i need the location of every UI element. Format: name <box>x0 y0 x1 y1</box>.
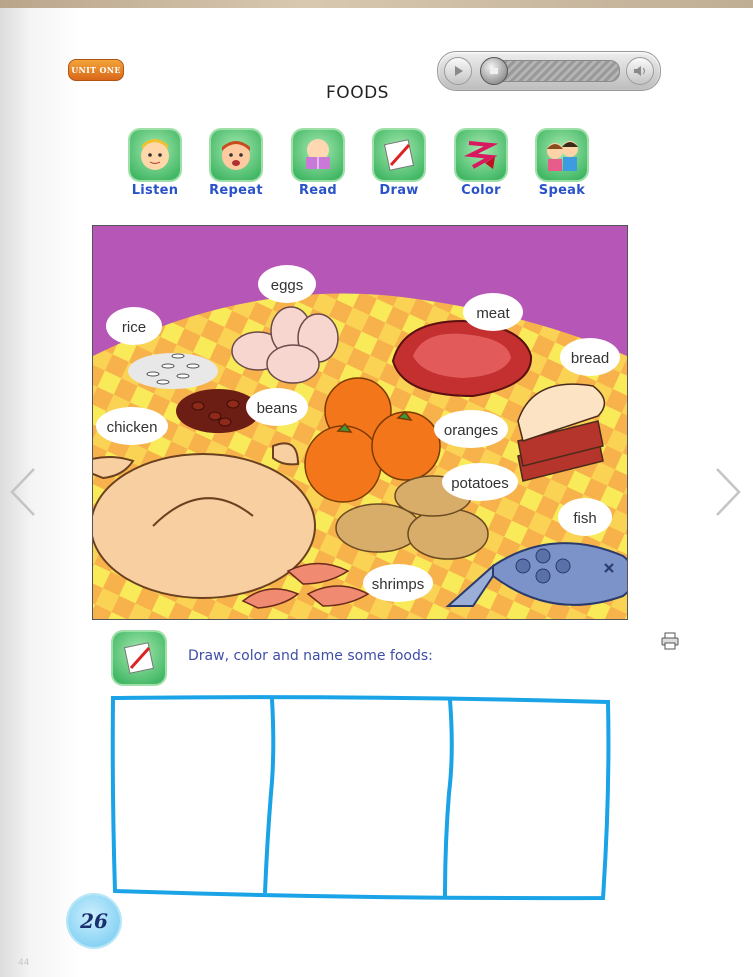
label-rice: rice <box>106 307 162 345</box>
svg-text:potatoes: potatoes <box>451 475 509 492</box>
unit-badge: UNIT ONE <box>68 59 124 81</box>
activity-draw[interactable]: Draw <box>364 130 434 198</box>
label-beans: beans <box>246 388 308 426</box>
activity-color[interactable]: Color <box>446 130 516 198</box>
svg-text:eggs: eggs <box>271 277 304 294</box>
previous-page-arrow-icon[interactable] <box>8 467 38 517</box>
meat-drawing <box>391 319 533 398</box>
draw-icon <box>113 632 165 684</box>
top-frame <box>0 0 753 8</box>
play-icon <box>455 66 463 76</box>
printer-icon[interactable] <box>661 632 679 650</box>
volume-icon <box>634 66 645 76</box>
stop-icon <box>490 68 498 74</box>
activity-label: Draw <box>379 183 419 198</box>
svg-text:meat: meat <box>476 305 510 322</box>
svg-text:rice: rice <box>122 319 146 336</box>
page-number-badge: 26 <box>68 895 120 947</box>
play-button[interactable] <box>444 57 472 85</box>
volume-button[interactable] <box>626 57 654 85</box>
svg-text:oranges: oranges <box>444 422 498 439</box>
activity-label: Speak <box>538 183 586 198</box>
label-bread: bread <box>560 338 620 376</box>
label-shrimps: shrimps <box>363 564 433 602</box>
page-title: FOODS <box>326 83 389 103</box>
activity-label: Read <box>298 183 338 198</box>
foods-illustration: eggs meat rice bread beans chicken orang… <box>92 225 628 620</box>
label-meat: meat <box>463 293 523 331</box>
listen-icon <box>130 130 180 180</box>
activity-label: Listen <box>131 183 179 198</box>
activity-repeat[interactable]: Repeat <box>201 130 271 198</box>
next-page-arrow-icon[interactable] <box>713 467 743 517</box>
label-potatoes: potatoes <box>442 463 518 501</box>
audio-scrubber[interactable] <box>480 57 508 85</box>
read-icon <box>293 130 343 180</box>
drawing-frame <box>110 695 611 901</box>
activity-label: Color <box>461 183 501 198</box>
label-oranges: oranges <box>434 410 508 448</box>
svg-text:fish: fish <box>573 510 596 527</box>
activity-listen[interactable]: Listen <box>120 130 190 198</box>
corner-page-number: 44 <box>18 958 30 968</box>
activity-read[interactable]: Read <box>283 130 353 198</box>
rice-drawing <box>128 353 218 389</box>
svg-text:bread: bread <box>571 350 609 367</box>
book-page: UNIT ONE FOODS Listen Repeat Read Draw C… <box>0 0 753 977</box>
activity-label: Repeat <box>209 183 263 198</box>
audio-player <box>437 51 661 91</box>
repeat-icon <box>211 130 261 180</box>
speak-icon <box>537 130 587 180</box>
svg-text:beans: beans <box>257 400 298 417</box>
instruction-text: Draw, color and name some foods: <box>188 648 433 664</box>
label-fish: fish <box>558 498 612 536</box>
color-icon <box>456 130 506 180</box>
label-eggs: eggs <box>258 265 316 303</box>
draw-icon <box>374 130 424 180</box>
label-chicken: chicken <box>96 407 168 445</box>
drawing-area[interactable] <box>105 693 615 905</box>
svg-text:shrimps: shrimps <box>372 576 425 593</box>
activity-speak[interactable]: Speak <box>527 130 597 198</box>
svg-text:chicken: chicken <box>107 419 158 436</box>
